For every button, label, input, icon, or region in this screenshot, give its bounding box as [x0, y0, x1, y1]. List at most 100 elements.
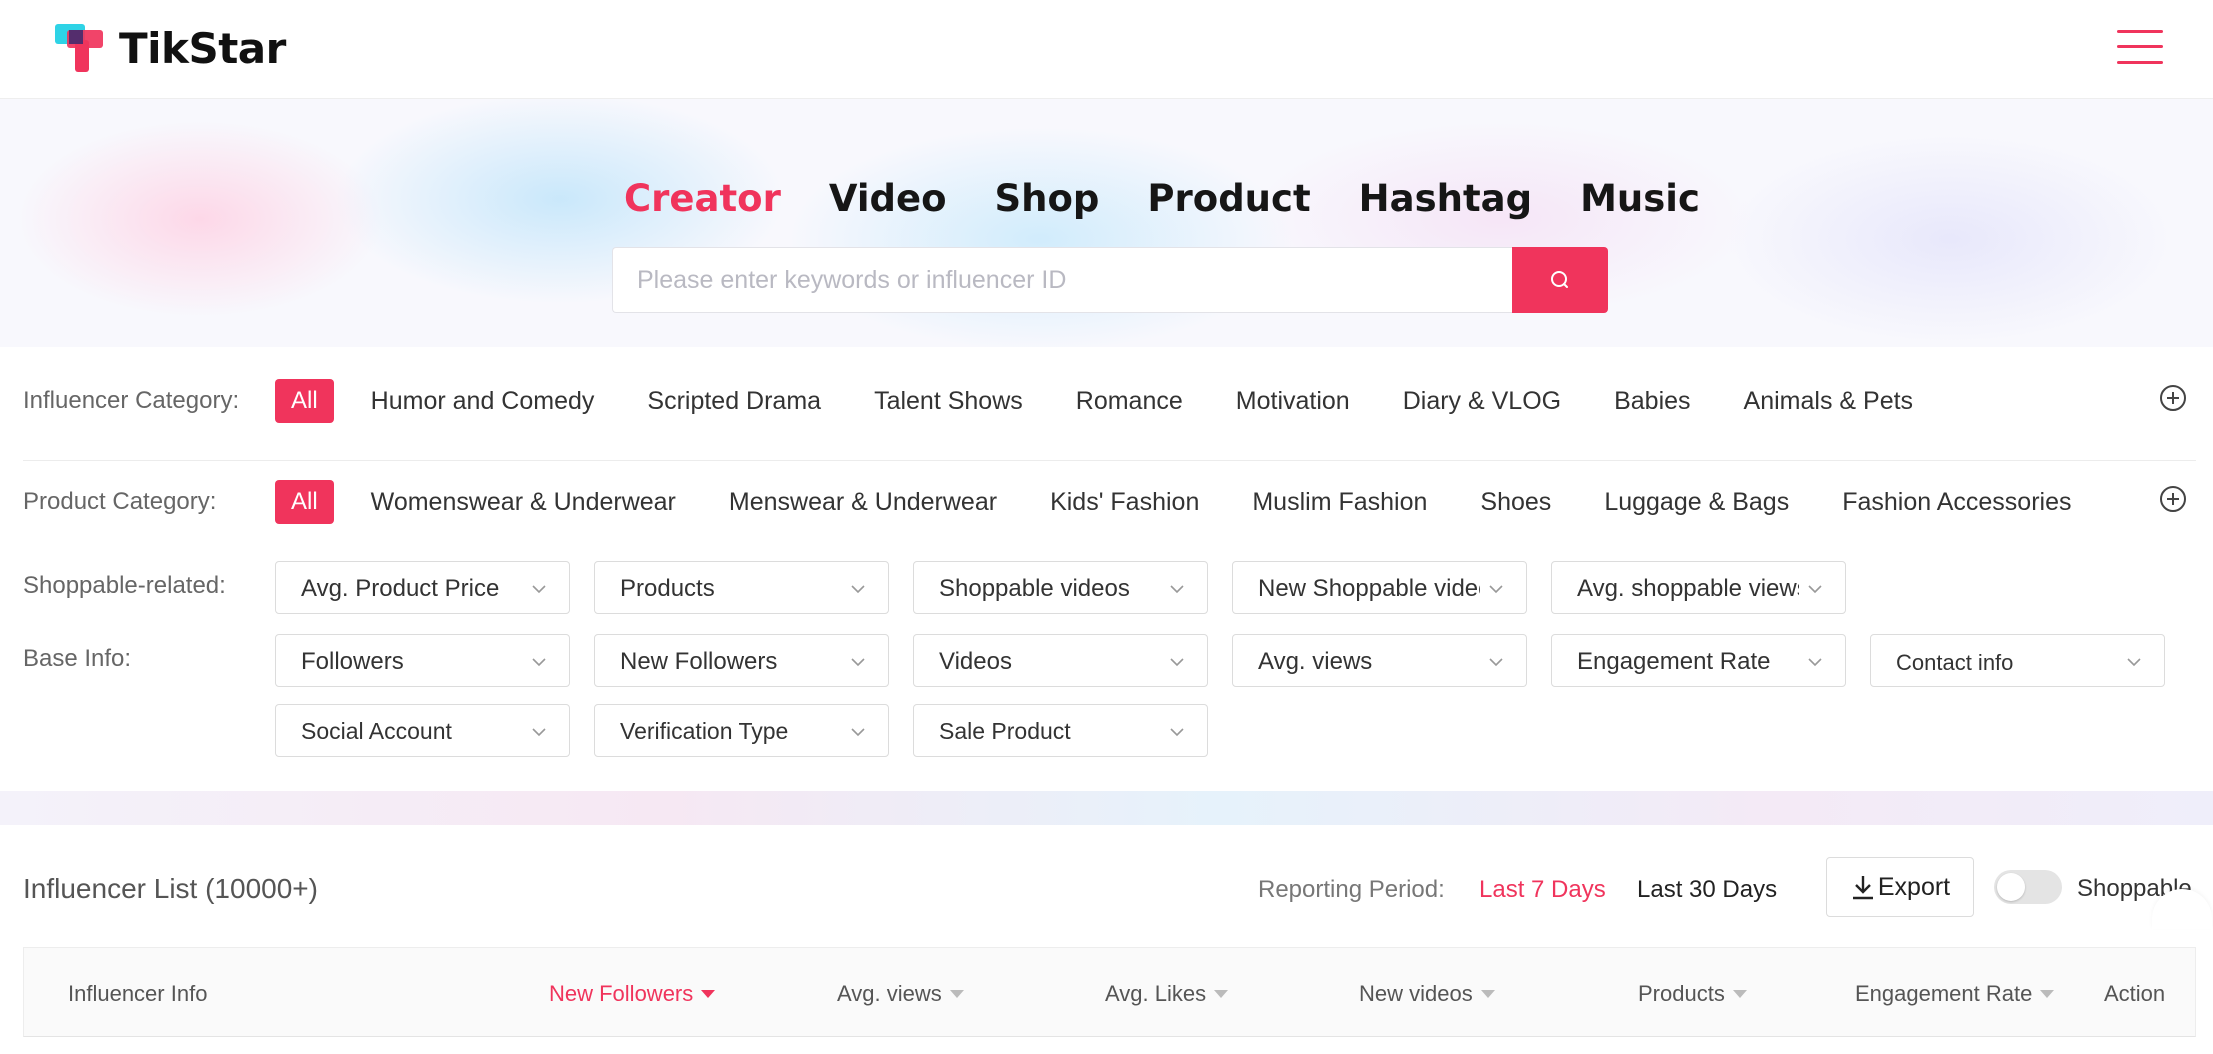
shoppable-videos-dropdown[interactable]: Shoppable videos	[913, 561, 1208, 614]
column-influencer-info: Influencer Info	[68, 981, 207, 1007]
influencer-category-item[interactable]: Romance	[1076, 387, 1183, 416]
shoppable-toggle[interactable]	[1994, 870, 2062, 904]
influencer-list-section: Influencer List (10000+) Reporting Perio…	[0, 825, 2213, 1054]
contact-info-dropdown[interactable]: Contact info	[1870, 634, 2165, 687]
tab-hashtag[interactable]: Hashtag	[1359, 177, 1532, 220]
sort-caret-icon	[1481, 990, 1495, 998]
new-shoppable-videos-dropdown[interactable]: New Shoppable videos	[1232, 561, 1527, 614]
engagement-rate-dropdown[interactable]: Engagement Rate	[1551, 634, 1846, 687]
videos-dropdown[interactable]: Videos	[913, 634, 1208, 687]
chevron-down-icon	[1488, 581, 1504, 597]
dropdown-label: Verification Type	[620, 718, 842, 745]
influencer-category-all[interactable]: All	[275, 379, 334, 423]
avg-views-dropdown[interactable]: Avg. views	[1232, 634, 1527, 687]
product-category-item[interactable]: Muslim Fashion	[1252, 488, 1427, 517]
plus-circle-icon[interactable]	[2159, 485, 2187, 513]
search-box	[612, 247, 1608, 313]
column-products[interactable]: Products	[1638, 981, 1747, 1007]
tikstar-logo[interactable]: TikStar	[55, 22, 286, 74]
column-label: Influencer Info	[68, 981, 207, 1007]
tab-creator[interactable]: Creator	[624, 177, 781, 220]
product-category-item[interactable]: Kids' Fashion	[1050, 488, 1199, 517]
export-label: Export	[1878, 873, 1950, 902]
verification-type-dropdown[interactable]: Verification Type	[594, 704, 889, 757]
tab-music[interactable]: Music	[1580, 177, 1700, 220]
tab-shop[interactable]: Shop	[995, 177, 1100, 220]
product-category-item[interactable]: Menswear & Underwear	[729, 488, 997, 517]
influencer-category-item[interactable]: Motivation	[1236, 387, 1350, 416]
chevron-down-icon	[1169, 581, 1185, 597]
dropdown-label: Followers	[301, 648, 523, 676]
chevron-down-icon	[850, 581, 866, 597]
influencer-category-item[interactable]: Talent Shows	[874, 387, 1023, 416]
table-header: Influencer Info New Followers Avg. views…	[23, 947, 2196, 1037]
chevron-down-icon	[850, 724, 866, 740]
search-type-tabs: Creator Video Shop Product Hashtag Music	[624, 177, 1700, 220]
download-icon	[1850, 873, 1876, 901]
influencer-category-label: Influencer Category:	[23, 387, 239, 415]
column-new-videos[interactable]: New videos	[1359, 981, 1495, 1007]
toggle-knob	[1997, 873, 2025, 901]
tikstar-logo-icon	[55, 22, 105, 74]
column-label: New Followers	[549, 981, 693, 1007]
product-category-item[interactable]: Womenswear & Underwear	[371, 488, 676, 517]
product-category-item[interactable]: Fashion Accessories	[1842, 488, 2071, 517]
sort-caret-icon	[2040, 990, 2054, 998]
chevron-down-icon	[531, 581, 547, 597]
column-engagement-rate[interactable]: Engagement Rate	[1855, 981, 2054, 1007]
top-header: TikStar	[0, 0, 2213, 99]
shoppable-related-label: Shoppable-related:	[23, 572, 226, 600]
column-avg-views[interactable]: Avg. views	[837, 981, 964, 1007]
product-category-all[interactable]: All	[275, 480, 334, 524]
tab-video[interactable]: Video	[829, 177, 947, 220]
tab-product[interactable]: Product	[1147, 177, 1310, 220]
sale-product-dropdown[interactable]: Sale Product	[913, 704, 1208, 757]
social-account-dropdown[interactable]: Social Account	[275, 704, 570, 757]
dropdown-label: Engagement Rate	[1577, 648, 1799, 676]
column-avg-likes[interactable]: Avg. Likes	[1105, 981, 1228, 1007]
dropdown-label: New Followers	[620, 648, 842, 676]
chevron-down-icon	[850, 654, 866, 670]
search-icon	[1548, 268, 1572, 292]
period-last-30-days[interactable]: Last 30 Days	[1637, 876, 1777, 904]
column-label: New videos	[1359, 981, 1473, 1007]
dropdown-label: Contact info	[1896, 650, 2118, 676]
column-new-followers[interactable]: New Followers	[549, 981, 715, 1007]
base-info-label: Base Info:	[23, 645, 131, 673]
export-button[interactable]: Export	[1826, 857, 1974, 917]
influencer-category-item[interactable]: Diary & VLOG	[1403, 387, 1561, 416]
chevron-down-icon	[1488, 654, 1504, 670]
dropdown-label: Shoppable videos	[939, 575, 1161, 603]
dropdown-label: Videos	[939, 648, 1161, 676]
product-category-item[interactable]: Shoes	[1480, 488, 1551, 517]
sort-caret-icon	[950, 990, 964, 998]
influencer-list-title: Influencer List (10000+)	[23, 873, 318, 905]
influencer-category-item[interactable]: Scripted Drama	[647, 387, 821, 416]
influencer-category-list: All Humor and Comedy Scripted Drama Tale…	[275, 379, 1966, 423]
chevron-down-icon	[1169, 724, 1185, 740]
brand-name: TikStar	[119, 24, 286, 73]
hamburger-menu-icon[interactable]	[2117, 28, 2163, 66]
followers-dropdown[interactable]: Followers	[275, 634, 570, 687]
influencer-category-item[interactable]: Babies	[1614, 387, 1690, 416]
influencer-category-item[interactable]: Humor and Comedy	[371, 387, 595, 416]
product-category-item[interactable]: Luggage & Bags	[1604, 488, 1789, 517]
reporting-period-label: Reporting Period:	[1258, 876, 1445, 904]
search-input[interactable]	[612, 247, 1512, 313]
influencer-category-item[interactable]: Animals & Pets	[1744, 387, 1914, 416]
avg-product-price-dropdown[interactable]: Avg. Product Price	[275, 561, 570, 614]
column-label: Avg. views	[837, 981, 942, 1007]
decorative-band	[0, 791, 2213, 825]
product-category-list: All Womenswear & Underwear Menswear & Un…	[275, 480, 2124, 524]
sort-caret-icon	[1214, 990, 1228, 998]
period-last-7-days[interactable]: Last 7 Days	[1479, 876, 1606, 904]
product-category-label: Product Category:	[23, 488, 216, 516]
avg-shoppable-views-dropdown[interactable]: Avg. shoppable views	[1551, 561, 1846, 614]
plus-circle-icon[interactable]	[2159, 384, 2187, 412]
filter-divider	[23, 460, 2196, 461]
products-dropdown[interactable]: Products	[594, 561, 889, 614]
search-button[interactable]	[1512, 247, 1608, 313]
dropdown-label: Social Account	[301, 718, 523, 745]
new-followers-dropdown[interactable]: New Followers	[594, 634, 889, 687]
column-label: Action	[2104, 981, 2165, 1007]
